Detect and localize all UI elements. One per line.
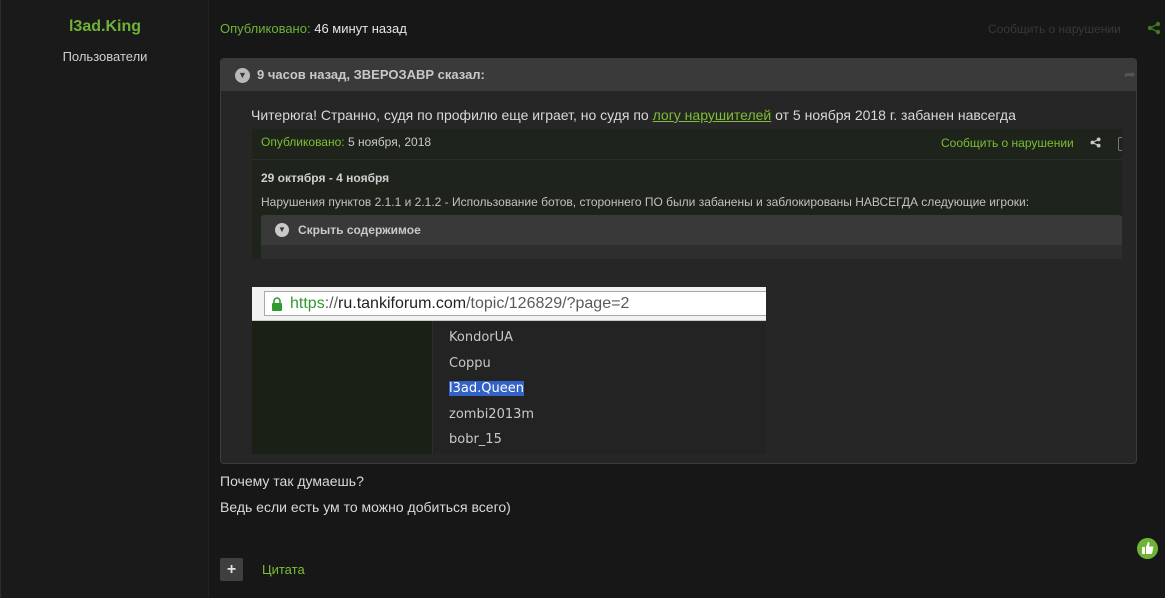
quote-text-after: от 5 ноября 2018 г. забанен навсегда xyxy=(771,107,1016,123)
embedded-published-date: 5 ноября, 2018 xyxy=(347,135,432,149)
browser-address-bar: https://ru.tankiforum.com/topic/126829/?… xyxy=(252,287,766,321)
url-sep: :// xyxy=(324,295,339,312)
published-time[interactable]: 46 минут назад xyxy=(314,21,407,36)
url-box: https://ru.tankiforum.com/topic/126829/?… xyxy=(264,291,766,316)
lock-icon xyxy=(272,297,282,311)
goto-quote-icon[interactable]: ➦ xyxy=(1124,66,1136,83)
embedded-spoiler-header: ▼ Скрыть содержимое xyxy=(261,215,1122,245)
quote-button[interactable]: Цитата xyxy=(262,562,305,577)
report-link[interactable]: Сообщить о нарушении xyxy=(988,22,1121,36)
chevron-down-icon[interactable]: ▼ xyxy=(235,68,250,83)
embedded-screenshot-browser: https://ru.tankiforum.com/topic/126829/?… xyxy=(252,287,766,454)
url-path: /topic/126829/?page=2 xyxy=(466,295,630,312)
quote-citation: 9 часов назад, ЗВЕРОЗАВР сказал: xyxy=(257,67,485,82)
forum-page: l3ad.King Пользователи Опубликовано: 46 … xyxy=(0,0,1165,598)
embedded-violation-text: Нарушения пунктов 2.1.1 и 2.1.2 - Исполь… xyxy=(261,195,1030,209)
list-item: bobr_15 xyxy=(449,432,502,448)
quote-text: Читерюга! Странно, судя по профилю еще и… xyxy=(251,107,1016,123)
url-host: ru.tankiforum.com xyxy=(338,295,467,312)
reply-line-2: Ведь если есть ум то можно добиться всег… xyxy=(220,499,511,515)
banned-names-list: KondorUA Coppu l3ad.Queen zombi2013m bob… xyxy=(449,330,534,454)
embedded-spoiler-body xyxy=(261,245,1122,259)
embedded-dates: 29 октября - 4 ноября xyxy=(261,171,390,185)
divider xyxy=(252,159,1122,160)
embedded-report-link: Сообщить о нарушении xyxy=(941,136,1074,150)
checkbox-icon xyxy=(1118,137,1122,151)
embedded-published: Опубликовано: 5 ноября, 2018 xyxy=(261,135,431,149)
list-item: zombi2013m xyxy=(449,406,535,422)
list-item: Coppu xyxy=(449,355,491,371)
quote-header[interactable]: ▼ 9 часов назад, ЗВЕРОЗАВР сказал: ➦ xyxy=(221,59,1136,91)
published-label: Опубликовано: xyxy=(220,21,311,36)
share-icon xyxy=(1090,137,1101,148)
list-item-selected: l3ad.Queen xyxy=(449,381,524,397)
browser-left-pane xyxy=(252,321,433,454)
reply-line-1: Почему так думаешь? xyxy=(220,473,364,489)
author-panel: l3ad.King Пользователи xyxy=(1,0,209,598)
spoiler-label: Скрыть содержимое xyxy=(298,223,421,237)
author-group: Пользователи xyxy=(62,49,148,64)
quote-block: ▼ 9 часов назад, ЗВЕРОЗАВР сказал: ➦ Чит… xyxy=(220,58,1137,464)
quote-text-before: Читерюга! Странно, судя по профилю еще и… xyxy=(251,107,653,123)
url-text: https://ru.tankiforum.com/topic/126829/?… xyxy=(290,295,629,313)
embedded-screenshot-post: Опубликовано: 5 ноября, 2018 Сообщить о … xyxy=(252,129,1122,259)
thumbs-up-icon[interactable] xyxy=(1137,538,1158,559)
share-icon[interactable] xyxy=(1147,21,1161,35)
url-scheme: https xyxy=(290,295,325,312)
multiquote-add-button[interactable]: + xyxy=(220,558,243,581)
embedded-published-label: Опубликовано: xyxy=(261,135,345,149)
violators-log-link[interactable]: логу нарушителей xyxy=(653,107,772,123)
post-published: Опубликовано: 46 минут назад xyxy=(220,21,407,36)
author-name[interactable]: l3ad.King xyxy=(1,18,209,36)
chevron-down-icon: ▼ xyxy=(275,223,289,237)
list-item: KondorUA xyxy=(449,330,514,345)
